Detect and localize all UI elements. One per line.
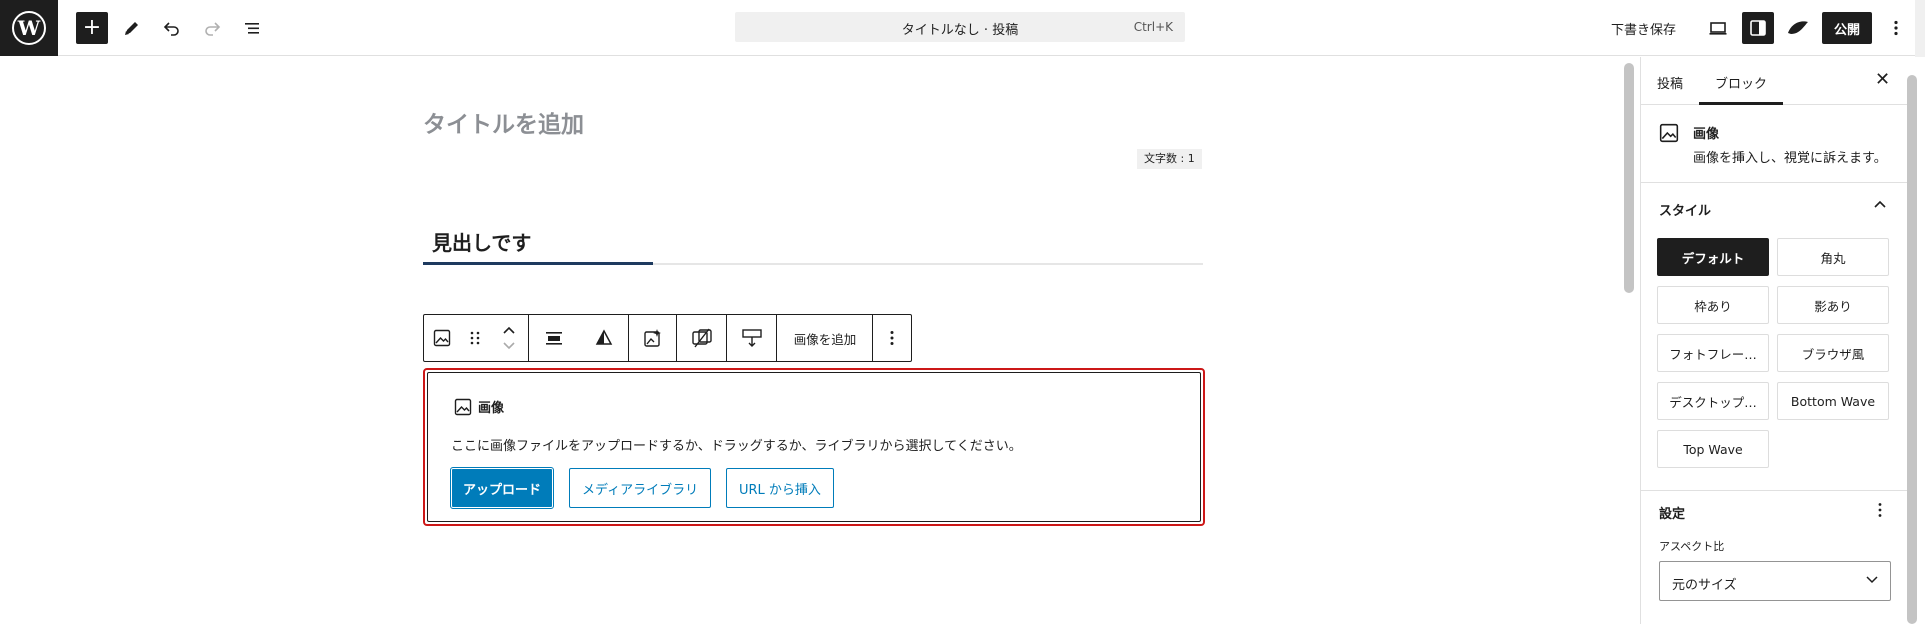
aspect-ratio-value: 元のサイズ [1672, 578, 1737, 593]
toolbar-group-resize [727, 315, 777, 361]
toolbar-group-align [529, 315, 629, 361]
align-wide-icon [546, 332, 562, 345]
settings-toggle-button[interactable] [1742, 12, 1774, 44]
resize-button[interactable] [727, 315, 777, 361]
block-options-button[interactable] [873, 315, 911, 361]
style-top-wave-button[interactable]: Top Wave [1657, 430, 1769, 468]
more-vertical-icon [890, 331, 894, 345]
tools-button[interactable] [116, 12, 148, 44]
block-type-button[interactable] [424, 315, 460, 361]
chevron-down-icon [1866, 574, 1878, 587]
redo-icon [205, 22, 221, 36]
document-title: タイトルなし · 投稿 [901, 23, 1019, 38]
options-button[interactable] [1880, 12, 1912, 44]
command-shortcut: Ctrl+K [1133, 20, 1173, 34]
heading-accent-line [423, 262, 653, 265]
media-library-button[interactable]: メディアライブラリ [569, 468, 712, 508]
editor-header: W + タイトルなし · 投稿 Ctrl+K 下書き保存 公開 [0, 0, 1925, 56]
toolbar-group-block [424, 315, 529, 361]
upload-button[interactable]: アップロード [449, 467, 555, 509]
block-card: 画像 画像を挿入し、視覚に訴えます。 [1641, 105, 1907, 183]
chevron-up-icon[interactable] [1873, 198, 1887, 213]
style-photo-frame-button[interactable]: フォトフレー… [1657, 334, 1769, 372]
wordpress-logo-icon: W [12, 11, 46, 45]
image-placeholder-label: 画像 [454, 397, 504, 416]
aspect-ratio-select[interactable]: 元のサイズ [1659, 561, 1891, 601]
align-button[interactable] [529, 315, 579, 361]
resize-icon [742, 329, 762, 347]
post-title-input[interactable]: タイトルを追加 [423, 105, 584, 139]
wordpress-logo-button[interactable]: W [0, 0, 58, 56]
toolbar-group-ai [629, 315, 677, 361]
toolbar-group-add: 画像を追加 [777, 315, 873, 361]
sidebar-scrollbar[interactable] [1907, 75, 1917, 624]
style-browser-button[interactable]: ブラウザ風 [1777, 334, 1889, 372]
editor-canvas: タイトルを追加 文字数 : 1 見出しです 画像を追加 画像 ここに画像ファイル… [0, 57, 1624, 624]
document-overview-button[interactable] [236, 12, 268, 44]
save-draft-button[interactable]: 下書き保存 [1611, 19, 1676, 38]
window-scrollbar[interactable] [1915, 0, 1925, 57]
publish-button[interactable]: 公開 [1822, 12, 1872, 44]
plugin-button[interactable] [1782, 12, 1814, 44]
character-count-badge: 文字数 : 1 [1137, 149, 1202, 169]
block-card-title: 画像 [1693, 127, 1720, 142]
style-shadow-button[interactable]: 影あり [1777, 286, 1889, 324]
style-default-button[interactable]: デフォルト [1657, 238, 1769, 276]
add-image-button[interactable]: 画像を追加 [777, 315, 873, 361]
toolbar-group-replace [677, 315, 727, 361]
settings-sidebar: 投稿 ブロック ✕ 画像 画像を挿入し、視覚に訴えます。 スタイル デフォルト … [1640, 57, 1907, 624]
image-icon [454, 398, 472, 415]
pencil-icon [125, 22, 138, 35]
style-bordered-button[interactable]: 枠あり [1657, 286, 1769, 324]
close-icon[interactable]: ✕ [1875, 69, 1890, 90]
aspect-ratio-label: アスペクト比 [1659, 540, 1725, 553]
filter-icon [595, 329, 613, 345]
canvas-scrollbar[interactable] [1624, 63, 1634, 293]
style-rounded-button[interactable]: 角丸 [1777, 238, 1889, 276]
duotone-button[interactable] [579, 315, 629, 361]
image-icon [1659, 123, 1679, 143]
sidebar-tabs: 投稿 ブロック ✕ [1641, 57, 1907, 105]
block-inserter-button[interactable]: + [76, 12, 108, 44]
styles-panel-title[interactable]: スタイル [1659, 200, 1711, 219]
tab-post[interactable]: 投稿 [1657, 73, 1683, 92]
list-view-icon [245, 23, 259, 34]
block-toolbar: 画像を追加 [423, 314, 912, 362]
leaf-icon [1788, 21, 1808, 34]
no-image-button[interactable] [677, 315, 727, 361]
plus-icon: + [82, 15, 102, 40]
style-desktop-button[interactable]: デスクトップ… [1657, 382, 1769, 420]
generate-image-button[interactable] [629, 315, 677, 361]
image-off-icon [692, 328, 712, 348]
move-buttons[interactable] [490, 315, 528, 361]
image-block-selected[interactable]: 画像 ここに画像ファイルをアップロードするか、ドラッグするか、ライブラリから選択… [423, 368, 1205, 526]
more-vertical-icon [1894, 20, 1898, 36]
command-palette-bar[interactable]: タイトルなし · 投稿 Ctrl+K [735, 12, 1185, 42]
redo-button[interactable] [196, 12, 228, 44]
block-card-description: 画像を挿入し、視覚に訴えます。 [1693, 151, 1887, 166]
tab-block[interactable]: ブロック [1715, 73, 1767, 92]
settings-panel-title[interactable]: 設定 [1659, 503, 1685, 522]
preview-button[interactable] [1702, 12, 1734, 44]
chevron-up-icon[interactable] [502, 325, 516, 335]
image-placeholder-title: 画像 [478, 401, 505, 416]
sparkle-image-icon [644, 329, 661, 347]
drag-icon [470, 331, 480, 345]
style-bottom-wave-button[interactable]: Bottom Wave [1777, 382, 1889, 420]
drag-handle[interactable] [460, 315, 490, 361]
chevron-down-icon[interactable] [502, 341, 516, 351]
image-placeholder: 画像 ここに画像ファイルをアップロードするか、ドラッグするか、ライブラリから選択… [427, 372, 1201, 522]
sidebar-icon [1750, 20, 1766, 36]
more-vertical-icon[interactable] [1873, 501, 1887, 523]
panel-divider [1641, 490, 1907, 491]
heading-block[interactable]: 見出しです [432, 227, 531, 256]
undo-button[interactable] [156, 12, 188, 44]
undo-icon [163, 22, 179, 36]
image-icon [433, 329, 451, 347]
desktop-icon [1709, 22, 1727, 35]
insert-from-url-button[interactable]: URL から挿入 [726, 468, 834, 508]
image-placeholder-instructions: ここに画像ファイルをアップロードするか、ドラッグするか、ライブラリから選択してく… [451, 439, 1022, 454]
